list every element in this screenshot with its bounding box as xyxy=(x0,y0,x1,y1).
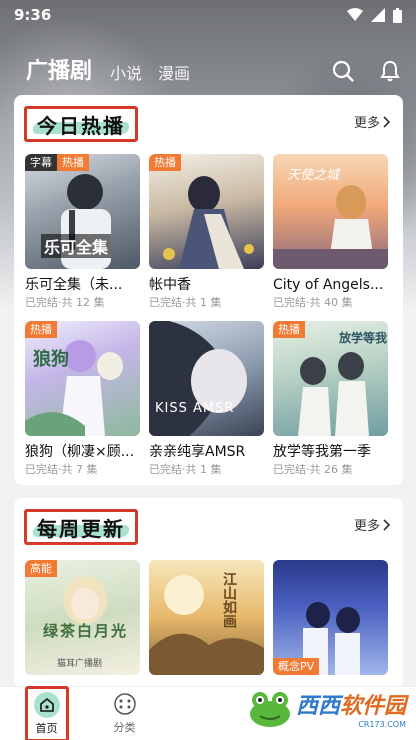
drama-episodes: 已完结·共 1 集 xyxy=(149,463,222,476)
tab-comic[interactable]: 漫画 xyxy=(158,62,190,86)
hot-badge: 热播 xyxy=(273,321,305,338)
hot-badge: 热播 xyxy=(25,321,57,338)
drama-episodes: 已完结·共 40 集 xyxy=(273,296,353,309)
drama-item[interactable]: KISS AMSR 亲亲纯享AMSR 已完结·共 1 集 xyxy=(149,321,264,488)
drama-cover: 热播 xyxy=(149,154,264,269)
chevron-right-icon xyxy=(383,115,391,128)
drama-episodes: 已完结·共 7 集 xyxy=(25,463,98,476)
drama-cover: 热播 狼狗 xyxy=(25,321,140,436)
signal-icon xyxy=(371,8,385,22)
concept-pv-badge: 概念PV xyxy=(273,658,320,675)
battery-icon xyxy=(393,7,402,23)
cover-title-text: 江山如画 xyxy=(221,572,237,628)
drama-title: 帐中香 xyxy=(149,277,191,293)
tab-audio-drama[interactable]: 广播剧 xyxy=(26,58,92,86)
wifi-icon xyxy=(347,8,363,21)
hot-more-link[interactable]: 更多 xyxy=(354,112,391,131)
drama-cover: 高能 绿茶白月光 猫耳广播剧 xyxy=(25,560,140,675)
cover-sub-text: 猫耳广播剧 xyxy=(57,659,103,669)
drama-title: City of Angels... xyxy=(273,277,384,293)
tab-novel[interactable]: 小说 xyxy=(110,62,142,86)
drama-title: 放学等我第一季 xyxy=(273,444,371,460)
drama-cover: 天使之城 xyxy=(273,154,388,269)
weekly-more-link[interactable]: 更多 xyxy=(354,515,391,534)
drama-cover: 字幕 热播 乐可全集 xyxy=(25,154,140,269)
drama-item[interactable]: 字幕 热播 乐可全集 乐可全集（未... 已完结·共 12 集 xyxy=(25,154,140,321)
drama-item[interactable]: 热播 狼狗 狼狗（柳凄×顾... 已完结·共 7 集 xyxy=(25,321,140,488)
hot-section-card: 今日热播 更多 字幕 热播 乐可全集 乐可全集（未... 已完结·共 12 集 … xyxy=(14,95,403,485)
nav-home[interactable]: 首页 xyxy=(0,685,83,740)
cover-title-text: KISS AMSR xyxy=(155,401,235,416)
high-energy-badge: 高能 xyxy=(25,560,57,577)
hot-section-title: 今日热播 xyxy=(24,106,138,142)
frog-logo-icon xyxy=(249,691,290,727)
drama-title: 狼狗（柳凄×顾... xyxy=(25,444,135,460)
hot-badge: 热播 xyxy=(149,154,181,171)
home-icon xyxy=(33,691,60,718)
hot-badge: 热播 xyxy=(57,154,89,171)
status-time: 9:36 xyxy=(14,6,52,24)
cover-title-text: 天使之城 xyxy=(287,168,340,183)
search-icon[interactable] xyxy=(332,60,354,82)
drama-item[interactable]: 天使之城 City of Angels... 已完结·共 40 集 xyxy=(273,154,388,321)
cover-title-text: 绿茶白月光 xyxy=(43,622,129,640)
drama-cover: KISS AMSR xyxy=(149,321,264,436)
cover-title-text: 狼狗 xyxy=(33,349,69,370)
drama-cover: 概念PV xyxy=(273,560,388,675)
category-icon xyxy=(113,693,136,715)
drama-title: 亲亲纯享AMSR xyxy=(149,444,246,460)
drama-episodes: 已完结·共 26 集 xyxy=(273,463,353,476)
home-highlight: 首页 xyxy=(24,685,69,740)
weekly-section-title: 每周更新 xyxy=(24,509,138,545)
watermark-logo: 西西软件园 CR173.COM xyxy=(248,688,406,729)
cover-title-text: 乐可全集 xyxy=(41,234,112,258)
drama-episodes: 已完结·共 12 集 xyxy=(25,296,105,309)
top-nav: 广播剧 小说 漫画 xyxy=(0,46,416,86)
status-bar: 9:36 xyxy=(0,0,416,30)
drama-item[interactable]: 热播 帐中香 已完结·共 1 集 xyxy=(149,154,264,321)
drama-item[interactable]: 热播 放学等我 放学等我第一季 已完结·共 26 集 xyxy=(273,321,388,488)
drama-episodes: 已完结·共 1 集 xyxy=(149,296,222,309)
cover-title-text: 放学等我 xyxy=(339,331,388,345)
nav-category[interactable]: 分类 xyxy=(83,692,166,735)
notification-bell-icon[interactable] xyxy=(380,60,400,82)
chevron-right-icon xyxy=(383,518,391,531)
drama-title: 乐可全集（未... xyxy=(25,277,123,293)
drama-cover: 热播 放学等我 xyxy=(273,321,388,436)
weekly-section-card: 每周更新 更多 高能 绿茶白月光 猫耳广播剧 江山如画 概念PV xyxy=(14,498,403,688)
subtitle-badge: 字幕 xyxy=(25,154,57,171)
drama-cover: 江山如画 xyxy=(149,560,264,675)
